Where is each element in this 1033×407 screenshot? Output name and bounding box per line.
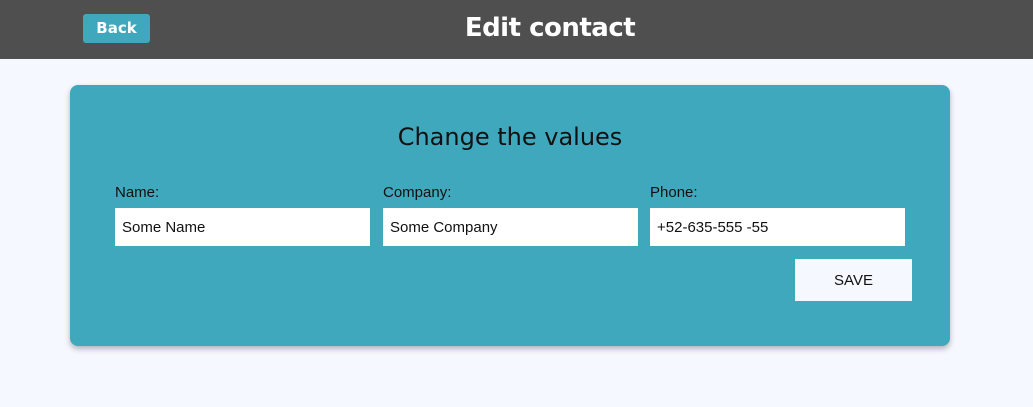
name-field-group: Name: <box>115 184 370 246</box>
company-label: Company: <box>383 184 452 201</box>
company-field-group: Company: <box>383 184 638 246</box>
edit-contact-form: Change the values Name: Company: Phone: … <box>70 85 950 346</box>
company-input[interactable] <box>383 208 638 246</box>
phone-field-group: Phone: <box>650 184 905 246</box>
page-title: Edit contact <box>464 13 636 43</box>
form-heading: Change the values <box>397 123 623 151</box>
phone-label: Phone: <box>650 184 698 201</box>
top-bar: Back Edit contact <box>0 0 1033 59</box>
phone-input[interactable] <box>650 208 905 246</box>
name-input[interactable] <box>115 208 370 246</box>
name-label: Name: <box>115 184 160 201</box>
save-button[interactable]: SAVE <box>795 259 912 301</box>
